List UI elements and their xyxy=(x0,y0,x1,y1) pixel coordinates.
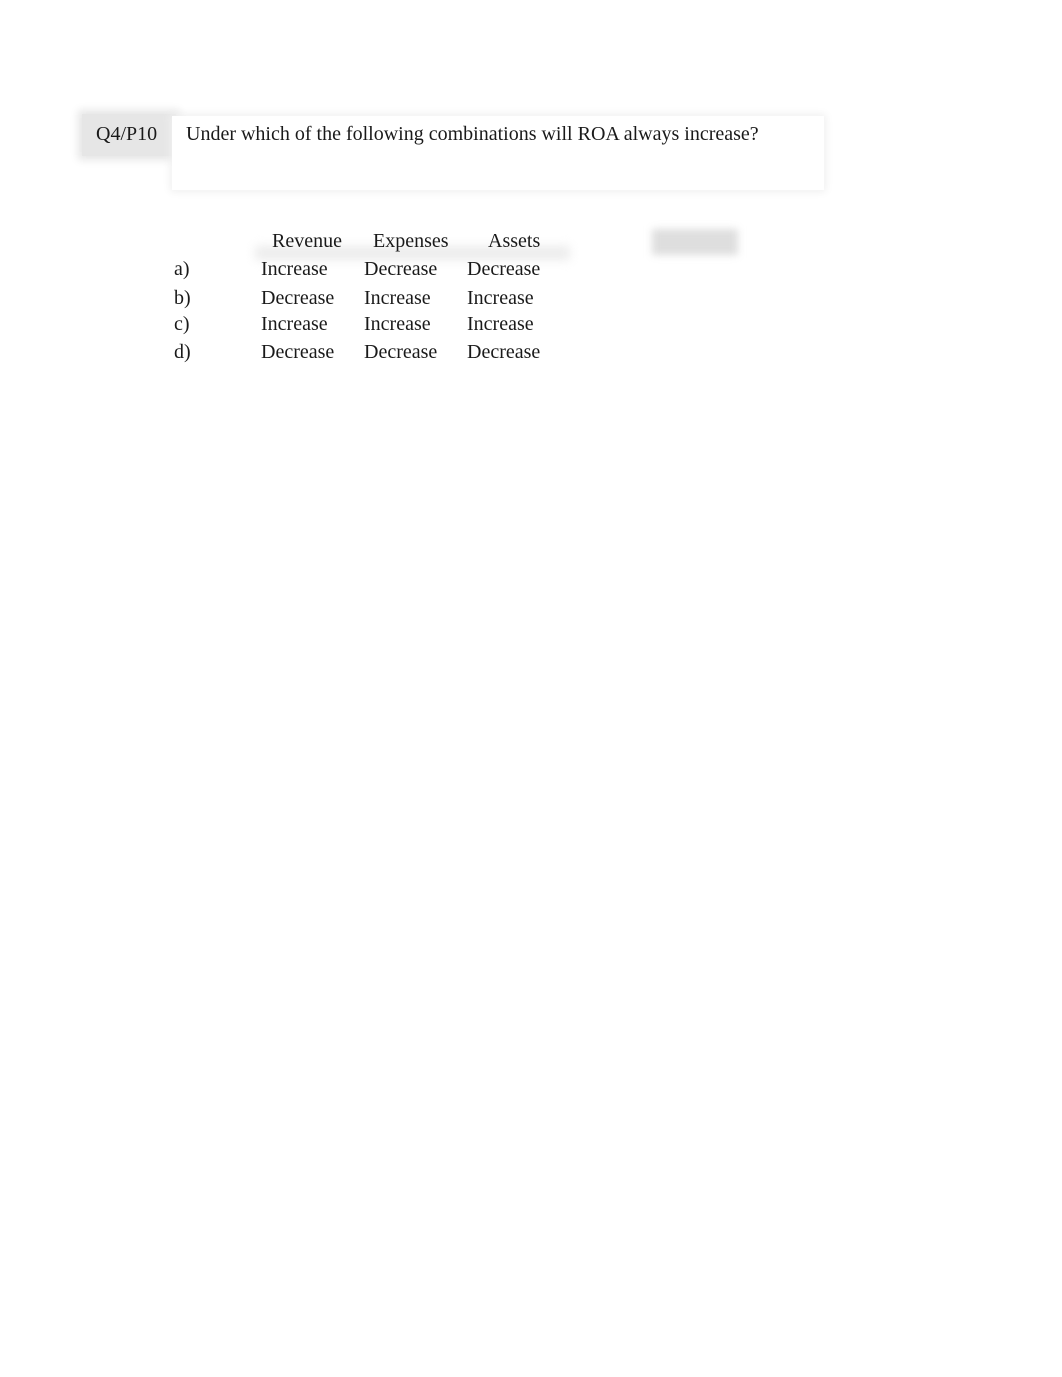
revenue-value: Decrease xyxy=(261,341,335,363)
revenue-value: Decrease xyxy=(261,287,335,309)
expenses-value: Decrease xyxy=(364,258,438,280)
question-label: Q4/P10 xyxy=(96,123,158,145)
revenue-value: Increase xyxy=(261,258,328,280)
assets-value: Decrease xyxy=(467,341,541,363)
question-text: Under which of the following combination… xyxy=(186,123,759,145)
option-label: d) xyxy=(174,341,191,363)
assets-value: Increase xyxy=(467,313,534,335)
blurred-answer-box xyxy=(652,229,738,255)
expenses-value: Increase xyxy=(364,287,431,309)
option-label: b) xyxy=(174,287,191,309)
assets-value: Increase xyxy=(467,287,534,309)
header-assets: Assets xyxy=(488,230,541,252)
header-revenue: Revenue xyxy=(272,230,342,252)
option-label: a) xyxy=(174,258,190,280)
header-expenses: Expenses xyxy=(373,230,449,252)
revenue-value: Increase xyxy=(261,313,328,335)
expenses-value: Decrease xyxy=(364,341,438,363)
expenses-value: Increase xyxy=(364,313,431,335)
assets-value: Decrease xyxy=(467,258,541,280)
option-label: c) xyxy=(174,313,190,335)
